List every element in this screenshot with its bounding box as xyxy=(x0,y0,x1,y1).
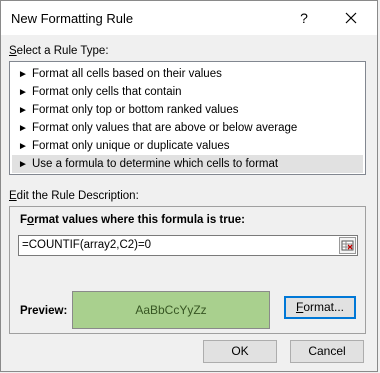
rule-type-item[interactable]: ► Format only values that are above or be… xyxy=(12,119,363,137)
arrow-right-icon: ► xyxy=(18,123,28,134)
rule-type-item[interactable]: ► Format only unique or duplicate values xyxy=(12,137,363,155)
arrow-right-icon: ► xyxy=(18,87,28,98)
format-button[interactable]: Format... xyxy=(284,296,356,319)
range-select-button[interactable] xyxy=(339,237,356,254)
rule-type-list[interactable]: ► Format all cells based on their values … xyxy=(9,61,366,175)
formula-input[interactable]: =COUNTIF(array2,C2)=0 xyxy=(18,235,358,256)
rule-type-item-selected[interactable]: ► Use a formula to determine which cells … xyxy=(12,155,363,173)
formula-label: Format values where this formula is true… xyxy=(20,214,245,226)
arrow-right-icon: ► xyxy=(18,159,28,170)
arrow-right-icon: ► xyxy=(18,69,28,80)
dialog-title: New Formatting Rule xyxy=(11,11,134,26)
title-bar[interactable]: New Formatting Rule ? xyxy=(1,1,377,35)
cancel-button[interactable]: Cancel xyxy=(290,340,364,363)
rule-type-item[interactable]: ► Format only cells that contain xyxy=(12,83,363,101)
preview-swatch: AaBbCcYyZz xyxy=(72,291,270,329)
rule-type-label: Select a Rule Type: xyxy=(9,45,109,57)
preview-label: Preview: xyxy=(20,305,68,317)
help-button[interactable]: ? xyxy=(284,1,324,35)
rule-description-panel: Format values where this formula is true… xyxy=(9,206,366,334)
ok-button[interactable]: OK xyxy=(203,340,277,363)
close-button[interactable] xyxy=(331,1,371,35)
arrow-right-icon: ► xyxy=(18,105,28,116)
close-icon xyxy=(345,12,357,24)
rule-type-item[interactable]: ► Format only top or bottom ranked values xyxy=(12,101,363,119)
formula-value: =COUNTIF(array2,C2)=0 xyxy=(22,239,152,251)
new-formatting-rule-dialog: New Formatting Rule ? Select a Rule Type… xyxy=(0,0,378,372)
arrow-right-icon: ► xyxy=(18,141,28,152)
range-select-icon xyxy=(341,240,354,251)
rule-type-item[interactable]: ► Format all cells based on their values xyxy=(12,65,363,83)
rule-description-label: Edit the Rule Description: xyxy=(9,190,139,202)
